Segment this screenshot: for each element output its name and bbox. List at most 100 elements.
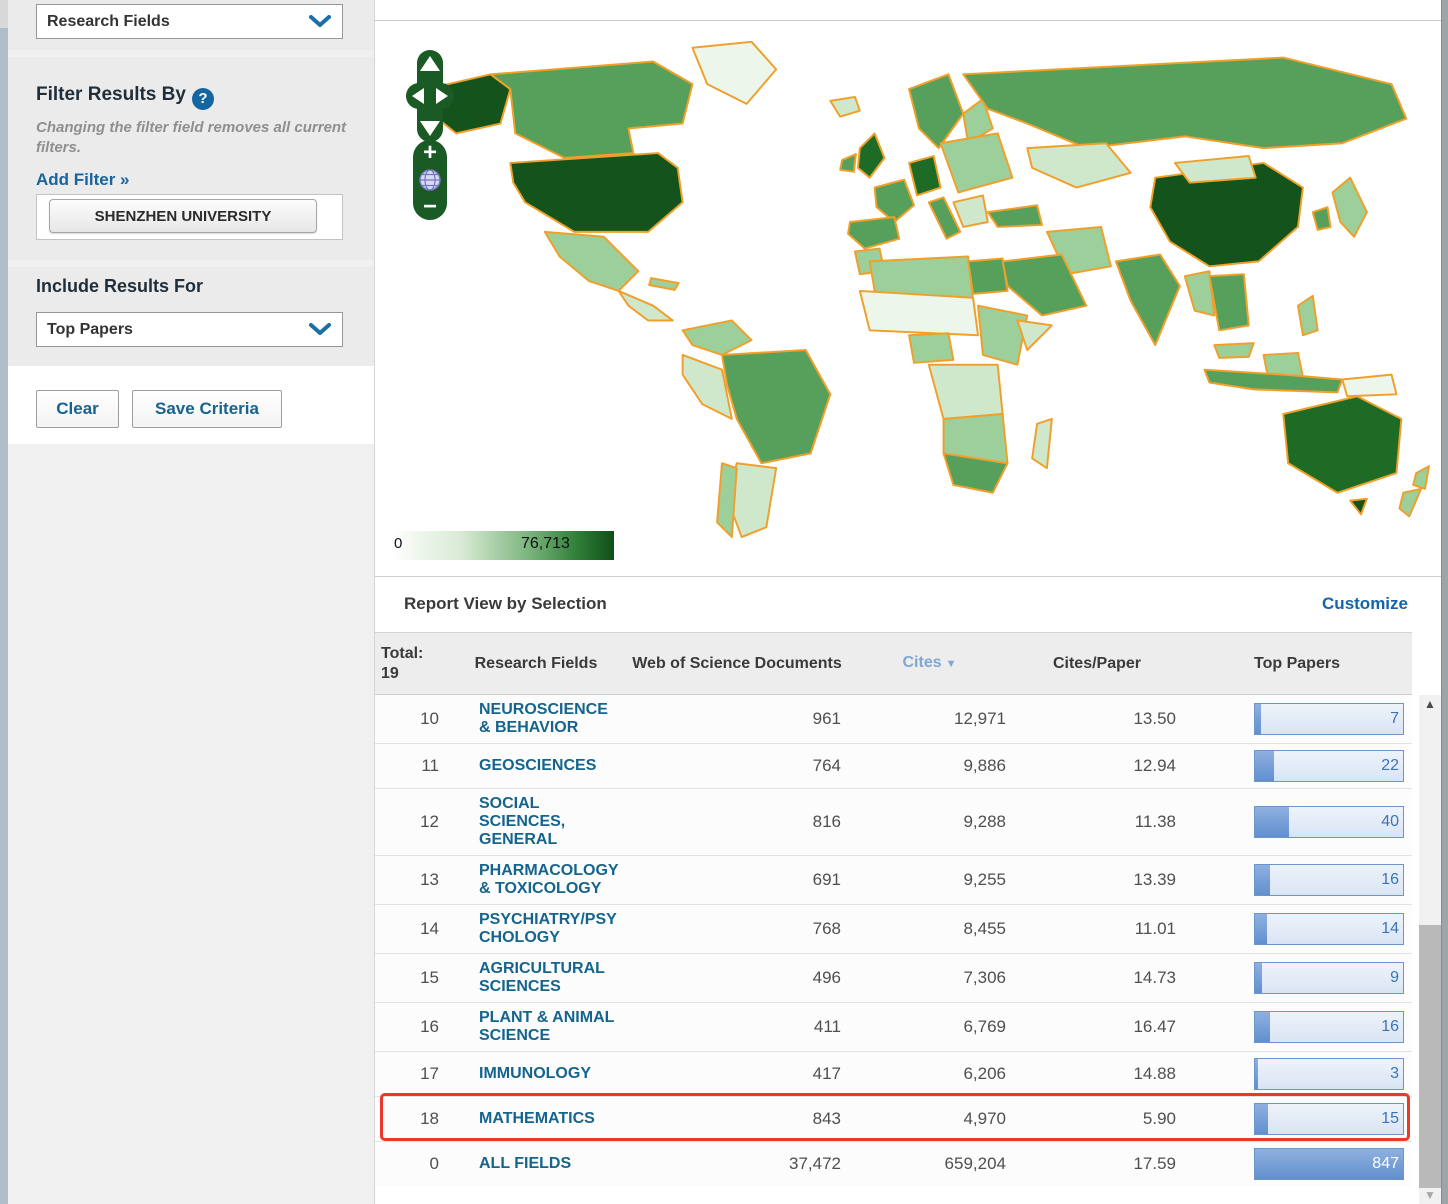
row-cites: 12,971 <box>847 709 1012 729</box>
column-cites-sort[interactable]: Cites▼ <box>847 653 1012 674</box>
table-scrollbar[interactable]: ▲ ▼ <box>1419 695 1441 1204</box>
column-top-papers: Top Papers <box>1182 654 1412 674</box>
top-papers-value: 7 <box>1390 710 1399 728</box>
row-rank: 15 <box>375 968 445 988</box>
customize-link[interactable]: Customize <box>1322 594 1408 614</box>
research-field-link[interactable]: GEOSCIENCES <box>479 757 619 775</box>
research-field-link[interactable]: PLANT & ANIMAL SCIENCE <box>479 1009 619 1045</box>
map-color-scale: 0 76,713 <box>391 531 614 560</box>
row-cites-per-paper: 14.88 <box>1012 1064 1182 1084</box>
row-cites: 9,255 <box>847 870 1012 890</box>
help-icon[interactable]: ? <box>192 88 214 110</box>
table-row: 13 PHARMACOLOGY & TOXICOLOGY 691 9,255 1… <box>375 855 1412 904</box>
top-papers-bar: 16 <box>1254 864 1404 896</box>
table-row: 10 NEUROSCIENCE & BEHAVIOR 961 12,971 13… <box>375 695 1412 743</box>
table-row: 15 AGRICULTURAL SCIENCES 496 7,306 14.73… <box>375 953 1412 1002</box>
top-papers-bar: 7 <box>1254 703 1404 735</box>
research-field-link[interactable]: NEUROSCIENCE & BEHAVIOR <box>479 701 619 737</box>
filter-note: Changing the filter field removes all cu… <box>36 118 354 158</box>
scrollbar-thumb[interactable] <box>1419 925 1441 1188</box>
row-cites: 9,886 <box>847 756 1012 776</box>
table-row: 17 IMMUNOLOGY 417 6,206 14.88 3 <box>375 1051 1412 1096</box>
top-papers-value: 22 <box>1381 757 1399 775</box>
research-fields-select-value: Research Fields <box>47 13 308 31</box>
column-research-fields: Research Fields <box>445 654 627 674</box>
research-field-link[interactable]: IMMUNOLOGY <box>479 1065 619 1083</box>
research-field-link[interactable]: ALL FIELDS <box>479 1155 619 1173</box>
table-body: 10 NEUROSCIENCE & BEHAVIOR 961 12,971 13… <box>375 695 1412 1186</box>
zoom-in-button[interactable]: + <box>423 142 437 164</box>
top-papers-bar-fill <box>1255 963 1262 993</box>
top-papers-value: 847 <box>1372 1155 1399 1173</box>
top-papers-bar-fill <box>1255 807 1289 837</box>
row-wos-documents: 417 <box>627 1064 847 1084</box>
table-row: 11 GEOSCIENCES 764 9,886 12.94 22 <box>375 743 1412 788</box>
row-cites: 6,769 <box>847 1017 1012 1037</box>
research-field-link[interactable]: PSYCHIATRY/PSYCHOLOGY <box>479 911 619 947</box>
row-cites: 659,204 <box>847 1154 1012 1174</box>
row-wos-documents: 37,472 <box>627 1154 847 1174</box>
top-papers-bar-fill <box>1255 704 1261 734</box>
include-results-title: Include Results For <box>36 276 203 297</box>
page-left-scroll-strip[interactable] <box>0 0 8 1204</box>
top-papers-bar: 14 <box>1254 913 1404 945</box>
row-rank: 18 <box>375 1109 445 1129</box>
map-zoom-control: + − <box>413 140 447 220</box>
top-papers-bar-fill <box>1255 1012 1270 1042</box>
top-papers-value: 3 <box>1390 1065 1399 1083</box>
row-wos-documents: 764 <box>627 756 847 776</box>
row-cites: 4,970 <box>847 1109 1012 1129</box>
world-map[interactable] <box>389 30 1439 542</box>
table-row: 0 ALL FIELDS 37,472 659,204 17.59 847 <box>375 1141 1412 1186</box>
top-papers-bar-fill <box>1255 1059 1258 1089</box>
research-field-link[interactable]: SOCIAL SCIENCES, GENERAL <box>479 795 619 849</box>
row-wos-documents: 961 <box>627 709 847 729</box>
table-row: 16 PLANT & ANIMAL SCIENCE 411 6,769 16.4… <box>375 1002 1412 1051</box>
row-rank: 13 <box>375 870 445 890</box>
row-wos-documents: 768 <box>627 919 847 939</box>
research-fields-select[interactable]: Research Fields <box>36 4 343 39</box>
top-papers-bar: 40 <box>1254 806 1404 838</box>
add-filter-link[interactable]: Add Filter » <box>36 170 130 190</box>
chevron-down-icon <box>308 15 332 29</box>
top-papers-bar: 9 <box>1254 962 1404 994</box>
save-criteria-button[interactable]: Save Criteria <box>132 390 282 428</box>
row-cites-per-paper: 17.59 <box>1012 1154 1182 1174</box>
page-right-scroll-strip[interactable] <box>1441 0 1448 1204</box>
top-papers-bar: 3 <box>1254 1058 1404 1090</box>
scrollbar-down-icon[interactable]: ▼ <box>1419 1188 1441 1202</box>
row-wos-documents: 816 <box>627 812 847 832</box>
legend-min-value: 0 <box>394 535 402 552</box>
row-cites-per-paper: 12.94 <box>1012 756 1182 776</box>
row-rank: 12 <box>375 812 445 832</box>
chevron-down-icon <box>308 323 332 337</box>
clear-button[interactable]: Clear <box>36 390 119 428</box>
research-field-link[interactable]: MATHEMATICS <box>479 1110 619 1128</box>
table-header-row: Total: 19 Research Fields Web of Science… <box>375 632 1412 695</box>
report-title: Report View by Selection <box>404 594 607 614</box>
row-rank: 0 <box>375 1154 445 1174</box>
row-cites: 9,288 <box>847 812 1012 832</box>
row-cites-per-paper: 13.50 <box>1012 709 1182 729</box>
research-field-link[interactable]: PHARMACOLOGY & TOXICOLOGY <box>479 862 619 898</box>
top-papers-select[interactable]: Top Papers <box>36 312 343 347</box>
top-strip <box>375 0 1441 21</box>
top-papers-value: 40 <box>1381 813 1399 831</box>
filter-results-by-label: Filter Results By <box>36 84 186 105</box>
row-rank: 17 <box>375 1064 445 1084</box>
globe-icon[interactable] <box>418 168 442 192</box>
research-field-link[interactable]: AGRICULTURAL SCIENCES <box>479 960 619 996</box>
row-rank: 11 <box>375 756 445 776</box>
row-cites-per-paper: 11.38 <box>1012 812 1182 832</box>
active-filter-chip[interactable]: SHENZHEN UNIVERSITY <box>49 199 317 233</box>
row-cites-per-paper: 16.47 <box>1012 1017 1182 1037</box>
row-rank: 14 <box>375 919 445 939</box>
row-cites: 7,306 <box>847 968 1012 988</box>
row-wos-documents: 843 <box>627 1109 847 1129</box>
table-row: 18 MATHEMATICS 843 4,970 5.90 15 <box>375 1096 1412 1141</box>
scrollbar-up-icon[interactable]: ▲ <box>1419 697 1441 711</box>
table-row: 14 PSYCHIATRY/PSYCHOLOGY 768 8,455 11.01… <box>375 904 1412 953</box>
zoom-out-button[interactable]: − <box>423 196 437 218</box>
page-left-scroll-cap <box>0 0 8 28</box>
map-pan-control[interactable] <box>406 50 454 142</box>
